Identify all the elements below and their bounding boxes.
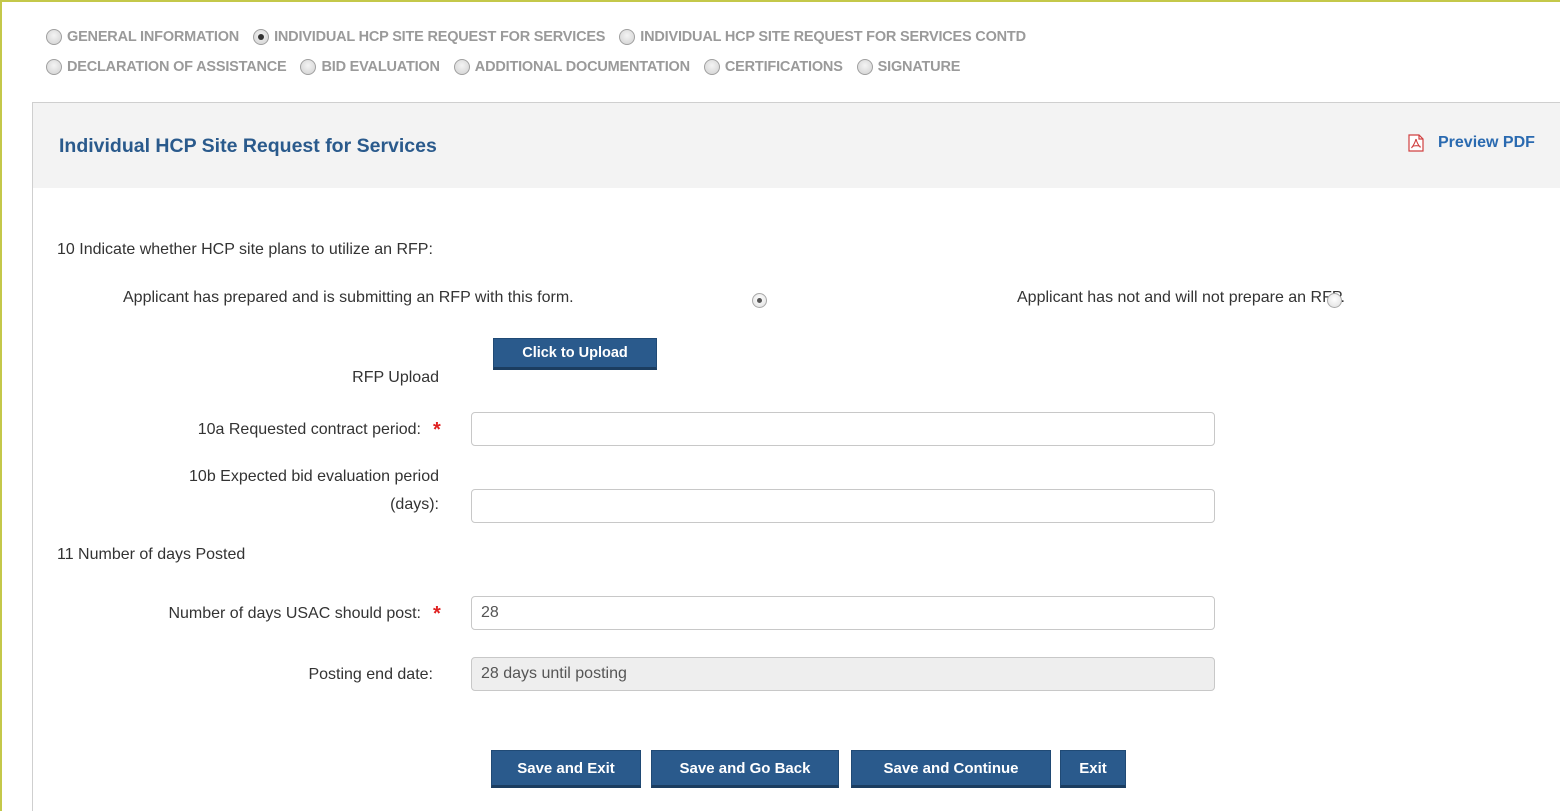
q10a-label: 10a Requested contract period: [197, 421, 421, 438]
preview-pdf-link[interactable]: Preview PDF [1408, 134, 1535, 152]
click-to-upload-button[interactable]: Click to Upload [493, 338, 657, 370]
step-radio-icon [856, 59, 873, 75]
step-label: BID EVALUATION [321, 59, 440, 75]
step-radio-icon [46, 59, 62, 75]
posting-end-date-label: Posting end date: [308, 666, 433, 683]
step-additional-documentation[interactable]: ADDITIONAL DOCUMENTATION [453, 59, 690, 75]
save-and-go-back-button[interactable]: Save and Go Back [651, 750, 839, 788]
required-asterisk: * [433, 419, 441, 441]
page-frame: GENERAL INFORMATION INDIVIDUAL HCP SITE … [0, 0, 1560, 811]
rfp-upload-label: RFP Upload [352, 369, 439, 386]
panel-title: Individual HCP Site Request for Services [59, 135, 437, 157]
step-bid-evaluation[interactable]: BID EVALUATION [300, 59, 440, 75]
pdf-icon [1408, 134, 1424, 152]
preview-pdf-label: Preview PDF [1438, 134, 1535, 151]
step-label: SIGNATURE [877, 59, 961, 75]
step-declaration-of-assistance[interactable]: DECLARATION OF ASSISTANCE [46, 59, 287, 75]
q10b-label-line1: 10b Expected bid evaluation period [189, 468, 439, 485]
step-radio-icon [300, 59, 317, 75]
step-label: INDIVIDUAL HCP SITE REQUEST FOR SERVICES… [640, 29, 1026, 45]
step-label: DECLARATION OF ASSISTANCE [67, 59, 287, 75]
step-general-information[interactable]: GENERAL INFORMATION [46, 29, 239, 45]
step-label: GENERAL INFORMATION [67, 29, 240, 45]
option-rfp-submitting-label: Applicant has prepared and is submitting… [123, 289, 574, 306]
form-panel: Individual HCP Site Request for Services… [32, 102, 1560, 811]
step-certifications[interactable]: CERTIFICATIONS [703, 59, 843, 75]
option-no-rfp-label: Applicant has not and will not prepare a… [1017, 289, 1345, 306]
posting-end-date-field [471, 657, 1215, 691]
step-signature[interactable]: SIGNATURE [856, 59, 961, 75]
option-rfp-submitting-radio[interactable] [752, 293, 767, 308]
step-label: CERTIFICATIONS [724, 59, 843, 75]
bid-evaluation-period-input[interactable] [471, 489, 1215, 523]
steps-row-1: GENERAL INFORMATION INDIVIDUAL HCP SITE … [46, 22, 1546, 52]
requested-contract-period-input[interactable] [471, 412, 1215, 446]
save-and-exit-button[interactable]: Save and Exit [491, 750, 641, 788]
step-radio-icon [619, 29, 636, 45]
option-no-rfp-radio[interactable] [1327, 293, 1342, 308]
days-post-label: Number of days USAC should post: [168, 605, 421, 622]
exit-button[interactable]: Exit [1060, 750, 1126, 788]
steps-nav: GENERAL INFORMATION INDIVIDUAL HCP SITE … [46, 22, 1546, 82]
step-label: ADDITIONAL DOCUMENTATION [474, 59, 690, 75]
save-and-continue-button[interactable]: Save and Continue [851, 750, 1051, 788]
q10b-label-line2: (days): [390, 496, 439, 513]
step-radio-selected-icon [253, 29, 270, 45]
q11-label: 11 Number of days Posted [57, 546, 246, 563]
q10-label: 10 Indicate whether HCP site plans to ut… [57, 241, 433, 258]
step-radio-icon [453, 59, 470, 75]
step-radio-icon [703, 59, 720, 75]
step-label: INDIVIDUAL HCP SITE REQUEST FOR SERVICES [274, 29, 606, 45]
days-usac-should-post-input[interactable] [471, 596, 1215, 630]
step-radio-icon [46, 29, 62, 45]
step-individual-hcp-site-request[interactable]: INDIVIDUAL HCP SITE REQUEST FOR SERVICES [253, 29, 605, 45]
step-individual-hcp-site-request-contd[interactable]: INDIVIDUAL HCP SITE REQUEST FOR SERVICES… [619, 29, 1026, 45]
panel-header: Individual HCP Site Request for Services… [33, 103, 1560, 188]
steps-row-2: DECLARATION OF ASSISTANCE BID EVALUATION… [46, 52, 1546, 82]
required-asterisk: * [433, 603, 441, 625]
